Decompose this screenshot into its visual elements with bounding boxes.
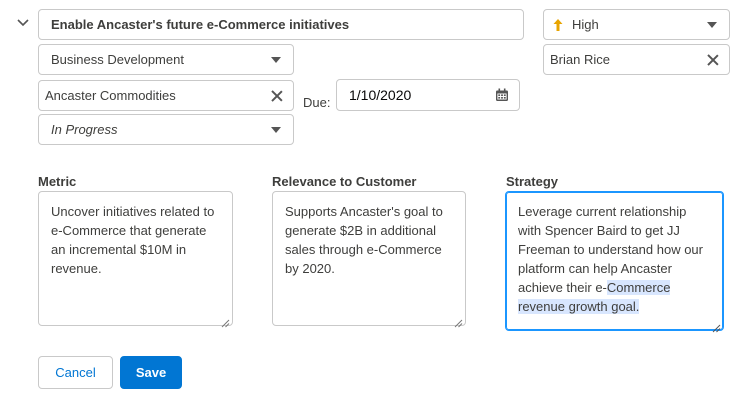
category-select[interactable]: Business Development bbox=[38, 44, 294, 75]
resize-handle-icon[interactable] bbox=[712, 319, 721, 333]
close-icon[interactable] bbox=[707, 54, 719, 66]
status-select[interactable]: In Progress bbox=[38, 114, 294, 145]
resize-handle-icon[interactable] bbox=[221, 314, 230, 328]
account-value: Ancaster Commodities bbox=[45, 88, 176, 103]
caret-down-icon[interactable] bbox=[707, 21, 717, 28]
strategy-label: Strategy bbox=[506, 174, 559, 189]
title-value: Enable Ancaster's future e-Commerce init… bbox=[51, 17, 350, 32]
due-date-value: 1/10/2020 bbox=[349, 87, 412, 103]
caret-down-icon[interactable] bbox=[271, 126, 281, 133]
relevance-label: Relevance to Customer bbox=[272, 174, 417, 189]
chevron-down-icon[interactable] bbox=[16, 16, 30, 30]
status-value: In Progress bbox=[51, 122, 118, 137]
strategy-textarea[interactable]: Leverage current relationship with Spenc… bbox=[505, 191, 724, 333]
due-label: Due: bbox=[303, 95, 331, 110]
title-field[interactable]: Enable Ancaster's future e-Commerce init… bbox=[38, 9, 524, 40]
owner-value: Brian Rice bbox=[550, 52, 610, 67]
priority-value: High bbox=[572, 17, 599, 32]
close-icon[interactable] bbox=[271, 90, 283, 102]
account-lookup[interactable]: Ancaster Commodities bbox=[38, 80, 294, 111]
resize-handle-icon[interactable] bbox=[454, 314, 463, 328]
priority-select[interactable]: High bbox=[543, 9, 730, 40]
relevance-text: Supports Ancaster's goal to generate $2B… bbox=[285, 204, 443, 276]
metric-textarea[interactable]: Uncover initiatives related to e-Commerc… bbox=[38, 191, 233, 328]
category-value: Business Development bbox=[51, 52, 184, 67]
due-date-input[interactable]: 1/10/2020 bbox=[336, 79, 520, 111]
save-button[interactable]: Save bbox=[120, 356, 182, 389]
caret-down-icon[interactable] bbox=[271, 56, 281, 63]
arrow-up-icon bbox=[552, 18, 564, 32]
relevance-textarea[interactable]: Supports Ancaster's goal to generate $2B… bbox=[272, 191, 466, 328]
calendar-icon[interactable] bbox=[495, 88, 509, 102]
metric-label: Metric bbox=[38, 174, 77, 189]
cancel-button[interactable]: Cancel bbox=[38, 356, 113, 389]
owner-lookup[interactable]: Brian Rice bbox=[543, 44, 730, 75]
metric-text: Uncover initiatives related to e-Commerc… bbox=[51, 204, 215, 276]
